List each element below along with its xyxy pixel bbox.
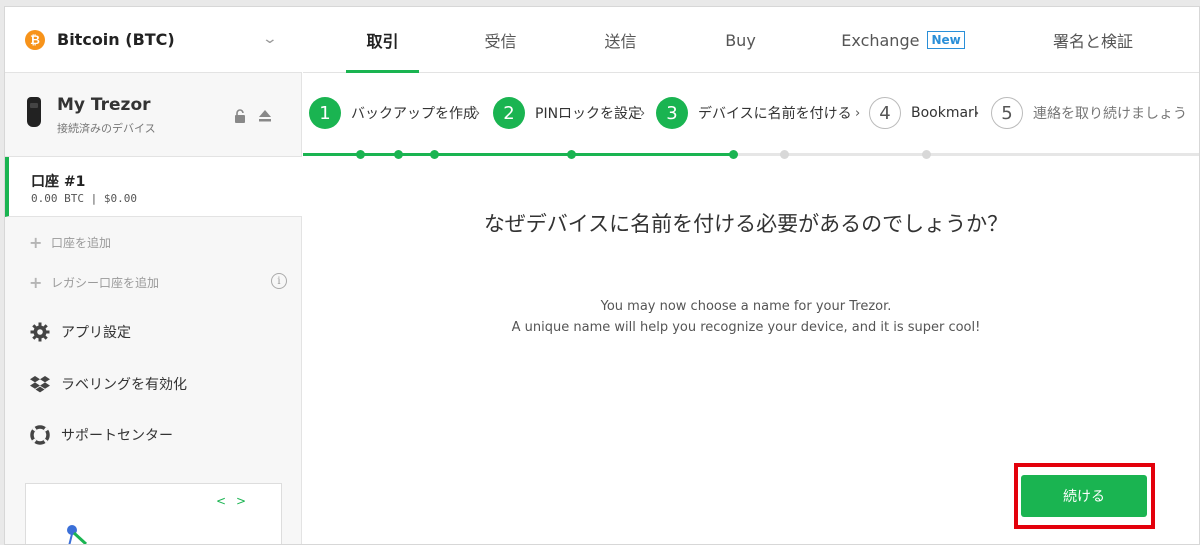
- step-label: バックアップを作成: [351, 106, 477, 122]
- eject-icon[interactable]: [258, 109, 272, 123]
- key-illustration-icon: [67, 525, 88, 544]
- promo-card[interactable]: <>: [25, 483, 282, 544]
- tab-send[interactable]: 送信: [588, 7, 653, 73]
- page-description: You may now choose a name for your Trezo…: [403, 296, 1089, 338]
- tab-label: Buy: [725, 30, 756, 50]
- add-account-link[interactable]: + 口座を追加: [29, 233, 111, 252]
- progress-dot: [729, 150, 738, 159]
- menu-item-label: ラベリングを有効化: [61, 377, 187, 393]
- progress-dot: [430, 150, 439, 159]
- progress-dot: [780, 150, 789, 159]
- promo-nav-arrows[interactable]: <>: [216, 494, 256, 508]
- progress-fill: [303, 153, 733, 156]
- step-separator-icon: ›: [974, 106, 980, 121]
- step-separator-icon: ›: [855, 106, 861, 121]
- new-badge: New: [927, 31, 965, 49]
- setup-steps: 1 バックアップを作成 › 2 PINロックを設定 › 3 デバイスに名前を付け…: [303, 73, 1199, 157]
- step-bookmark: 4 Bookmark: [869, 97, 977, 129]
- step-backup: 1 バックアップを作成: [309, 97, 481, 129]
- device-name: My Trezor: [57, 95, 151, 115]
- account-item[interactable]: 口座 #1 0.00 BTC | $0.00: [5, 157, 302, 217]
- menu-item-support-center[interactable]: サポートセンター: [29, 424, 173, 446]
- menu-item-label: サポートセンター: [61, 428, 173, 444]
- step-label: デバイスに名前を付ける: [698, 106, 852, 122]
- step-pin: 2 PINロックを設定: [493, 97, 643, 129]
- account-name: 口座 #1: [31, 174, 86, 190]
- account-balance: 0.00 BTC | $0.00: [31, 192, 137, 205]
- progress-dot: [356, 150, 365, 159]
- step-number: 4: [869, 97, 901, 129]
- chevron-down-icon[interactable]: ⌄: [262, 31, 278, 47]
- menu-item-label: アプリ設定: [61, 325, 131, 341]
- tab-exchange[interactable]: Exchange New: [833, 7, 973, 73]
- info-icon[interactable]: i: [271, 273, 287, 289]
- continue-button[interactable]: 続ける: [1021, 475, 1147, 517]
- tab-label: 受信: [484, 32, 517, 51]
- progress-dot: [394, 150, 403, 159]
- page-heading: なぜデバイスに名前を付ける必要があるのでしょうか？: [483, 212, 1009, 236]
- step-stay-in-touch: 5 連絡を取り続けましょう: [991, 97, 1199, 129]
- unlock-icon[interactable]: [234, 109, 246, 123]
- step-number: 2: [493, 97, 525, 129]
- tab-transactions[interactable]: 取引: [346, 7, 419, 73]
- progress-dot: [567, 150, 576, 159]
- tab-label: 送信: [604, 32, 637, 51]
- device-panel[interactable]: My Trezor 接続済みのデバイス: [5, 73, 302, 157]
- step-label: 連絡を取り続けましょう: [1033, 106, 1187, 122]
- plus-icon: +: [29, 233, 43, 252]
- tab-sign-verify[interactable]: 署名と検証: [1038, 7, 1148, 73]
- sidebar: ₿ Bitcoin (BTC) ⌄ My Trezor 接続済みのデバイス 口座…: [5, 7, 302, 544]
- step-number: 5: [991, 97, 1023, 129]
- dropbox-icon: [29, 373, 51, 395]
- step-label: PINロックを設定: [535, 106, 643, 122]
- menu-item-app-settings[interactable]: アプリ設定: [29, 321, 131, 343]
- description-line: You may now choose a name for your Trezo…: [600, 299, 892, 314]
- tab-label: 署名と検証: [1052, 32, 1133, 51]
- step-name-device: 3 デバイスに名前を付ける: [656, 97, 856, 129]
- app-window: ₿ Bitcoin (BTC) ⌄ My Trezor 接続済みのデバイス 口座…: [4, 6, 1200, 545]
- plus-icon: +: [29, 273, 43, 292]
- tab-receive[interactable]: 受信: [468, 7, 533, 73]
- tab-buy[interactable]: Buy: [708, 7, 773, 73]
- step-number: 3: [656, 97, 688, 129]
- gear-icon: [29, 321, 51, 343]
- trezor-device-icon: [27, 97, 41, 127]
- add-account-label: 口座を追加: [51, 236, 112, 250]
- lifebuoy-icon: [29, 424, 51, 446]
- step-separator-icon: ›: [640, 106, 646, 121]
- description-line: A unique name will help you recognize yo…: [511, 320, 981, 335]
- tab-label: Exchange: [841, 30, 920, 50]
- tab-bar: 取引 受信 送信 Buy Exchange New 署名と検証: [303, 7, 1199, 73]
- add-legacy-account-link[interactable]: + レガシー口座を追加: [29, 273, 159, 292]
- coin-name: Bitcoin (BTC): [57, 30, 175, 49]
- step-number: 1: [309, 97, 341, 129]
- step-label: Bookmark: [911, 105, 977, 121]
- coin-selector[interactable]: ₿ Bitcoin (BTC) ⌄: [5, 7, 302, 73]
- step-separator-icon: ›: [475, 106, 481, 121]
- main-panel: 取引 受信 送信 Buy Exchange New 署名と検証 1 バックアップ…: [303, 7, 1199, 544]
- bitcoin-icon: ₿: [25, 29, 45, 50]
- progress-dot: [922, 150, 931, 159]
- device-status: 接続済みのデバイス: [57, 122, 156, 135]
- menu-item-labeling[interactable]: ラベリングを有効化: [29, 373, 187, 395]
- add-legacy-account-label: レガシー口座を追加: [51, 276, 160, 290]
- tab-label: 取引: [366, 32, 399, 51]
